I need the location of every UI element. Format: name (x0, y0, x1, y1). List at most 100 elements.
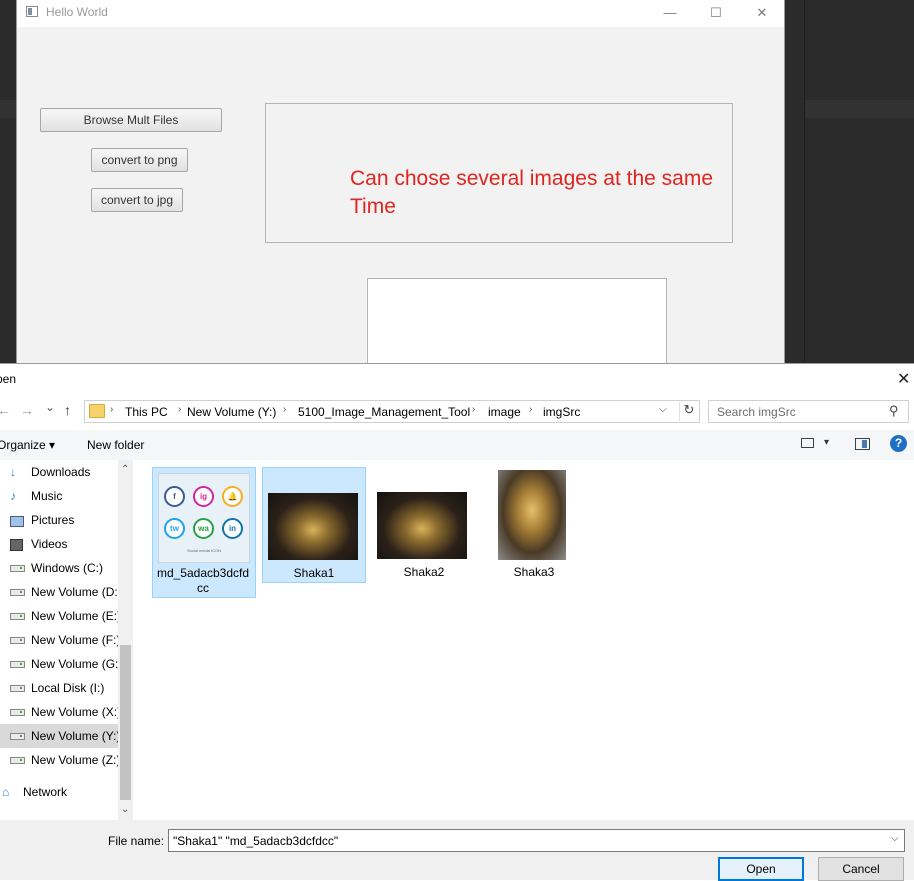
drive-icon (10, 613, 25, 620)
windows-drive-icon (10, 565, 25, 572)
chevron-down-icon[interactable]: ⌵ (659, 404, 667, 415)
help-icon[interactable]: ? (890, 435, 907, 452)
breadcrumb-this-pc[interactable]: This PC (125, 405, 168, 419)
sidebar-item-volume-y[interactable]: New Volume (Y:) (0, 724, 118, 748)
sidebar-item-local-disk-i[interactable]: Local Disk (I:) (0, 676, 118, 700)
videos-icon (10, 539, 23, 551)
chevron-right-icon: › (283, 404, 287, 415)
view-options-icon[interactable] (801, 438, 814, 448)
pictures-icon (10, 516, 24, 527)
convert-jpg-button[interactable]: convert to jpg (91, 188, 183, 212)
cancel-button[interactable]: Cancel (818, 857, 904, 881)
breadcrumb-image[interactable]: image (488, 405, 521, 419)
scroll-up-icon[interactable]: ⌃ (121, 464, 129, 475)
file-name: Shaka3 (513, 565, 555, 579)
browse-files-button[interactable]: Browse Mult Files (40, 108, 222, 132)
sidebar-item-volume-d[interactable]: New Volume (D:) (0, 580, 118, 604)
chevron-down-icon[interactable]: ⌵ (891, 833, 899, 844)
annotation-text: Can chose several images at the same Tim… (350, 167, 714, 218)
window-titlebar: Hello World — ☐ ✕ (17, 0, 784, 27)
file-item-shaka3[interactable]: Shaka3 (482, 467, 586, 583)
file-name: md_5adacb3dcfdcc (156, 566, 250, 595)
breadcrumb-imgsrc[interactable]: imgSrc (543, 405, 580, 419)
convert-png-button[interactable]: convert to png (91, 148, 188, 172)
drive-icon (10, 637, 25, 644)
image-thumbnail (268, 493, 358, 560)
scrollbar-thumb[interactable] (120, 645, 131, 800)
file-name-value: "Shaka1" "md_5adacb3dcfdcc" (173, 834, 339, 848)
file-name: Shaka2 (403, 565, 445, 579)
drive-icon (10, 661, 25, 668)
hello-world-window: Hello World — ☐ ✕ Browse Mult Files conv… (16, 0, 785, 368)
search-icon[interactable]: ⚲ (889, 403, 899, 419)
organize-menu[interactable]: Organize ▾ (0, 438, 55, 452)
whatsapp-icon: wa (193, 518, 214, 539)
chevron-right-icon: › (178, 404, 182, 415)
sidebar-item-volume-g[interactable]: New Volume (G:) (0, 652, 118, 676)
image-thumbnail (377, 492, 467, 559)
minimize-button[interactable]: — (647, 0, 693, 27)
sidebar-scrollbar[interactable]: ⌃ ⌄ (118, 460, 133, 820)
drive-icon (10, 685, 25, 692)
recent-dropdown-icon[interactable]: ⌄ (45, 400, 55, 414)
dialog-close-button[interactable]: ✕ (897, 369, 910, 389)
chevron-right-icon: › (529, 404, 533, 415)
file-item-shaka1[interactable]: Shaka1 (262, 467, 366, 583)
sidebar-item-music[interactable]: ♪ Music (0, 484, 118, 508)
forward-arrow-icon[interactable]: → (20, 402, 34, 418)
twitter-icon: tw (164, 518, 185, 539)
image-thumbnail (498, 470, 566, 560)
scroll-down-icon[interactable]: ⌄ (121, 804, 129, 815)
network-icon: ⌂ (2, 785, 10, 799)
open-file-dialog: pen ✕ ← → ⌄ ↑ › This PC › New Volume (Y:… (0, 363, 914, 881)
sidebar-item-volume-x[interactable]: New Volume (X:) (0, 700, 118, 724)
drive-icon (10, 733, 25, 740)
file-name-input[interactable]: "Shaka1" "md_5adacb3dcfdcc" ⌵ (168, 829, 905, 852)
chevron-right-icon: › (472, 404, 476, 415)
linkedin-icon: in (222, 518, 243, 539)
up-arrow-icon[interactable]: ↑ (64, 402, 71, 418)
open-button[interactable]: Open (718, 857, 804, 881)
sidebar-item-videos[interactable]: Videos (0, 532, 118, 556)
back-arrow-icon[interactable]: ← (0, 402, 11, 418)
instagram-icon: ig (193, 486, 214, 507)
file-name: Shaka1 (293, 566, 335, 580)
sidebar-item-windows-c[interactable]: Windows (C:) (0, 556, 118, 580)
thumbnail-caption: Social media ICON (186, 548, 221, 553)
refresh-icon[interactable]: ↻ (679, 402, 698, 421)
background-editor-left (0, 0, 16, 365)
address-bar[interactable]: › This PC › New Volume (Y:) › 5100_Image… (84, 400, 700, 423)
close-button[interactable]: ✕ (739, 0, 785, 27)
drive-icon (10, 757, 25, 764)
background-highlight-row (805, 100, 914, 118)
navigation-pane: ↓ Downloads ♪ Music Pictures Videos Wind… (0, 460, 134, 820)
new-folder-button[interactable]: New folder (87, 438, 144, 452)
sidebar-item-volume-z[interactable]: New Volume (Z:) (0, 748, 118, 772)
background-divider (804, 0, 805, 365)
sidebar-item-network[interactable]: ⌂ Network (0, 780, 118, 804)
sidebar-item-pictures[interactable]: Pictures (0, 508, 118, 532)
preview-pane-icon[interactable] (855, 438, 870, 450)
download-icon: ↓ (10, 465, 16, 479)
search-input[interactable]: Search imgSrc ⚲ (708, 400, 909, 423)
dialog-title: pen (0, 372, 17, 386)
sidebar-item-volume-f[interactable]: New Volume (F:) (0, 628, 118, 652)
drive-icon (10, 589, 25, 596)
sidebar-item-volume-e[interactable]: New Volume (E:) (0, 604, 118, 628)
file-name-label: File name: (108, 834, 165, 848)
bell-icon: 🔔 (222, 486, 243, 507)
file-item-md[interactable]: f ig 🔔 tw wa in Social media ICON md_5ad… (152, 467, 256, 598)
folder-icon (89, 404, 105, 418)
breadcrumb-project[interactable]: 5100_Image_Management_Tool (298, 405, 470, 419)
search-placeholder: Search imgSrc (717, 405, 796, 419)
dialog-footer: File name: "Shaka1" "md_5adacb3dcfdcc" ⌵… (0, 820, 914, 881)
file-item-shaka2[interactable]: Shaka2 (372, 467, 476, 583)
drive-icon (10, 709, 25, 716)
sidebar-item-downloads[interactable]: ↓ Downloads (0, 460, 118, 484)
music-icon: ♪ (10, 489, 16, 503)
chevron-down-icon[interactable]: ▾ (824, 437, 829, 448)
breadcrumb-volume[interactable]: New Volume (Y:) (187, 405, 276, 419)
social-icons-thumbnail: f ig 🔔 tw wa in Social media ICON (158, 473, 250, 563)
maximize-button[interactable]: ☐ (693, 0, 739, 27)
command-bar: Organize ▾ New folder ▾ ? (0, 430, 914, 460)
